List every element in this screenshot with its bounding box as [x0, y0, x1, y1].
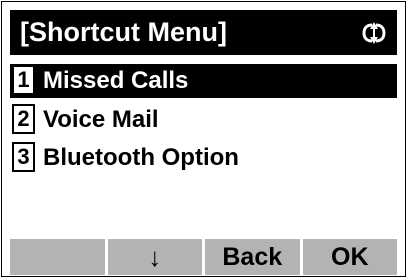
menu-item-number: 2: [12, 104, 35, 134]
menu-title: [Shortcut Menu]: [20, 17, 227, 47]
menu-item-missed-calls[interactable]: 1 Missed Calls: [10, 64, 397, 98]
phone-display: [Shortcut Menu] 1 Missed Calls 2 Voice M…: [1, 1, 406, 277]
softkey-2-down[interactable]: ↓: [107, 239, 202, 275]
menu-item-label: Missed Calls: [43, 67, 189, 94]
title-bar: [Shortcut Menu]: [10, 10, 397, 55]
softkey-bar: ↓ Back OK: [10, 239, 397, 275]
menu-item-label: Voice Mail: [43, 106, 159, 133]
menu-item-number: 3: [12, 142, 35, 172]
menu-item-label: Bluetooth Option: [43, 144, 239, 171]
menu-item-number: 1: [12, 65, 35, 95]
softkey-3-back[interactable]: Back: [205, 239, 300, 275]
softkey-4-ok[interactable]: OK: [302, 239, 397, 275]
up-down-arrow-icon: [362, 22, 386, 44]
softkey-1-blank[interactable]: [10, 239, 105, 275]
